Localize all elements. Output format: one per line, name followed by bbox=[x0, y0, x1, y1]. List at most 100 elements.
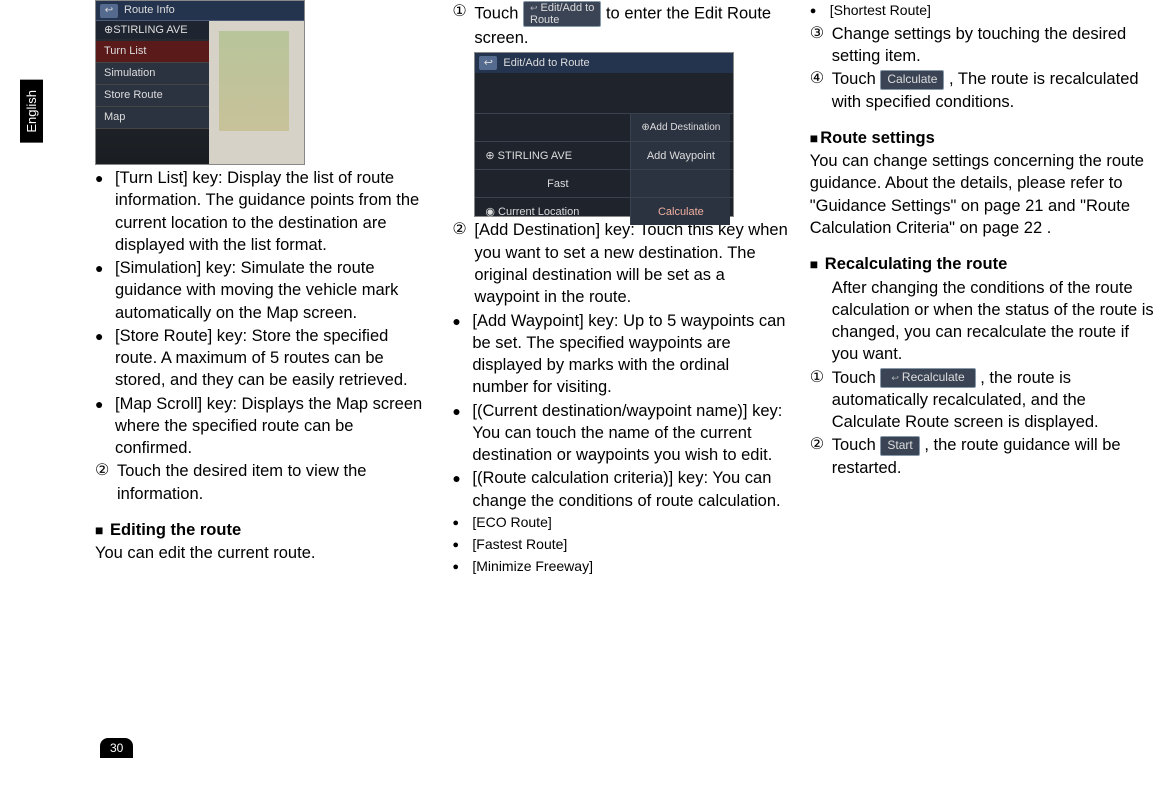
list-item: ●[Map Scroll] key: Displays the Map scre… bbox=[95, 393, 430, 460]
screen2-titlebar: ↩ Edit/Add to Route bbox=[475, 53, 733, 73]
square-icon: ■ bbox=[810, 256, 818, 272]
list-item: ●[Turn List] key: Display the list of ro… bbox=[95, 167, 430, 256]
body-text: [Store Route] key: Store the speci­fied … bbox=[115, 325, 430, 392]
cell bbox=[630, 170, 730, 197]
bullet-icon: ● bbox=[95, 325, 115, 392]
edit-add-route-button: ↩Edit/Add toRoute bbox=[523, 1, 601, 27]
screen1-menu-item: Simulation bbox=[96, 63, 211, 85]
body-text: [Add Waypoint] key: Up to 5 way­points c… bbox=[472, 310, 787, 399]
step-number-icon: ① bbox=[452, 1, 474, 49]
bullet-icon: ● bbox=[452, 467, 472, 512]
screen1-menu: Turn List Simulation Store Route Map bbox=[96, 41, 211, 129]
column-2: ① Touch ↩Edit/Add toRoute to enter the E… bbox=[452, 0, 787, 578]
body-text: [Shortest Route] bbox=[830, 1, 931, 22]
body-text: [ECO Route] bbox=[472, 513, 551, 534]
step-number-icon: ① bbox=[810, 367, 832, 434]
route-info-screenshot: ↩ Route Info ⊕ STIRLING AVE Turn List Si… bbox=[95, 0, 305, 165]
add-waypoint-cell: Add Waypoint bbox=[630, 142, 730, 169]
text-frag: Touch bbox=[832, 70, 881, 88]
bullet-icon: ● bbox=[452, 310, 472, 399]
language-tab: English bbox=[20, 80, 43, 143]
cell: ⊕ STIRLING AVE bbox=[475, 149, 630, 164]
return-icon: ↩ bbox=[891, 373, 899, 383]
body-text: Touch Start , the route guidance will be… bbox=[832, 434, 1155, 479]
heading-text: Editing the route bbox=[105, 521, 241, 539]
step-2: ② Touch Start , the route guidance will … bbox=[810, 434, 1155, 479]
body-text: [(Route calculation criteria)] key: You … bbox=[472, 467, 787, 512]
bullet-icon: ● bbox=[95, 167, 115, 256]
body-text: [Fastest Route] bbox=[472, 535, 567, 556]
screen2-row: ◉ Current Location Calculate bbox=[475, 197, 733, 225]
step-2: ② Touch the desired item to view the inf… bbox=[95, 460, 430, 505]
body-text: [Minimize Freeway] bbox=[472, 557, 593, 578]
column-3: ●[Shortest Route] ③Change settings by to… bbox=[810, 0, 1155, 578]
text: Add Destination bbox=[650, 121, 721, 135]
edit-route-screenshot: ↩ Edit/Add to Route ⊕ Add Destination ⊕ … bbox=[474, 52, 734, 217]
step-number-icon: ③ bbox=[810, 23, 832, 68]
screen1-menu-item: Turn List bbox=[96, 41, 211, 63]
screen1-street: STIRLING AVE bbox=[113, 23, 187, 38]
recalculate-button: ↩Recalculate bbox=[880, 368, 975, 388]
text-frag: Touch bbox=[832, 436, 881, 454]
cell: Fast bbox=[475, 177, 630, 192]
step-3: ③Change settings by touching the desired… bbox=[810, 23, 1155, 68]
body-text: You can change settings concerning the r… bbox=[810, 150, 1155, 239]
sub-item: ●[Fastest Route] bbox=[452, 535, 787, 556]
btn-text: Recalculate bbox=[902, 370, 965, 384]
text-frag: Touch bbox=[474, 4, 523, 22]
step-number-icon: ④ bbox=[810, 68, 832, 113]
bullet-icon: ● bbox=[95, 257, 115, 324]
bullet-icon: ● bbox=[452, 513, 472, 534]
screen2-row: ⊕ Add Destination bbox=[475, 113, 733, 141]
cell: ◉ Current Location bbox=[475, 205, 630, 220]
return-icon: ↩ bbox=[530, 3, 538, 13]
page-number: 30 bbox=[100, 738, 133, 758]
step-4: ④ Touch Calculate , The route is recal­c… bbox=[810, 68, 1155, 113]
sub-item: ●[Minimize Freeway] bbox=[452, 557, 787, 578]
screen1-menu-item: Store Route bbox=[96, 85, 211, 107]
screen1-sublabel: ⊕ STIRLING AVE bbox=[96, 21, 211, 39]
screen2-row: ⊕ STIRLING AVE Add Waypoint bbox=[475, 141, 733, 169]
text: STIRLING AVE bbox=[498, 150, 572, 162]
body-text: After changing the conditions of the rou… bbox=[810, 277, 1155, 366]
screen2-title: Edit/Add to Route bbox=[503, 56, 589, 71]
body-text: [Turn List] key: Display the list of rou… bbox=[115, 167, 430, 256]
screen1-title: Route Info bbox=[124, 3, 175, 18]
bullet-icon: ● bbox=[95, 393, 115, 460]
sub-item: ●[Shortest Route] bbox=[810, 1, 1155, 22]
sub-item: ●[ECO Route] bbox=[452, 513, 787, 534]
calculate-cell: Calculate bbox=[630, 198, 730, 225]
editing-route-heading: ■ Editing the route bbox=[95, 519, 430, 541]
screen1-titlebar: ↩ Route Info bbox=[96, 1, 304, 21]
column-1: ↩ Route Info ⊕ STIRLING AVE Turn List Si… bbox=[95, 0, 430, 578]
step-number-icon: ② bbox=[95, 460, 117, 505]
add-destination-cell: ⊕ Add Destination bbox=[630, 114, 730, 141]
bullet-icon: ● bbox=[452, 557, 472, 578]
body-text: You can edit the current route. bbox=[95, 542, 430, 564]
btn-line2: Route bbox=[530, 14, 594, 26]
square-icon: ■ bbox=[95, 522, 103, 538]
body-text: Touch Calculate , The route is recal­cul… bbox=[832, 68, 1155, 113]
back-icon: ↩ bbox=[100, 4, 118, 18]
page-columns: ↩ Route Info ⊕ STIRLING AVE Turn List Si… bbox=[95, 0, 1155, 578]
list-item: ●[(Route calculation criteria)] key: You… bbox=[452, 467, 787, 512]
body-text: [(Current destination/waypoint name)] ke… bbox=[472, 400, 787, 467]
screen1-menu-item: Map bbox=[96, 107, 211, 129]
body-text: Touch the desired item to view the infor… bbox=[117, 460, 430, 505]
list-item: ●[Store Route] key: Store the speci­fied… bbox=[95, 325, 430, 392]
heading-text: Recalculating the route bbox=[820, 255, 1007, 273]
back-icon: ↩ bbox=[479, 56, 497, 70]
body-text: Touch ↩Edit/Add toRoute to enter the Edi… bbox=[474, 1, 787, 49]
btn-line1: Edit/Add to bbox=[541, 2, 595, 14]
bullet-icon: ● bbox=[452, 535, 472, 556]
body-text: [Add Destination] key: Touch this key wh… bbox=[474, 219, 787, 308]
square-icon: ■ bbox=[810, 130, 818, 146]
body-text: [Simulation] key: Simulate the route gui… bbox=[115, 257, 430, 324]
list-item: ●[(Current destination/waypoint name)] k… bbox=[452, 400, 787, 467]
route-settings-heading: ■Route settings bbox=[810, 127, 1155, 149]
list-item: ●[Add Waypoint] key: Up to 5 way­points … bbox=[452, 310, 787, 399]
body-text: [Map Scroll] key: Displays the Map scree… bbox=[115, 393, 430, 460]
step-2: ②[Add Destination] key: Touch this key w… bbox=[452, 219, 787, 308]
step-number-icon: ② bbox=[452, 219, 474, 308]
step-1: ① Touch ↩Edit/Add toRoute to enter the E… bbox=[452, 1, 787, 49]
